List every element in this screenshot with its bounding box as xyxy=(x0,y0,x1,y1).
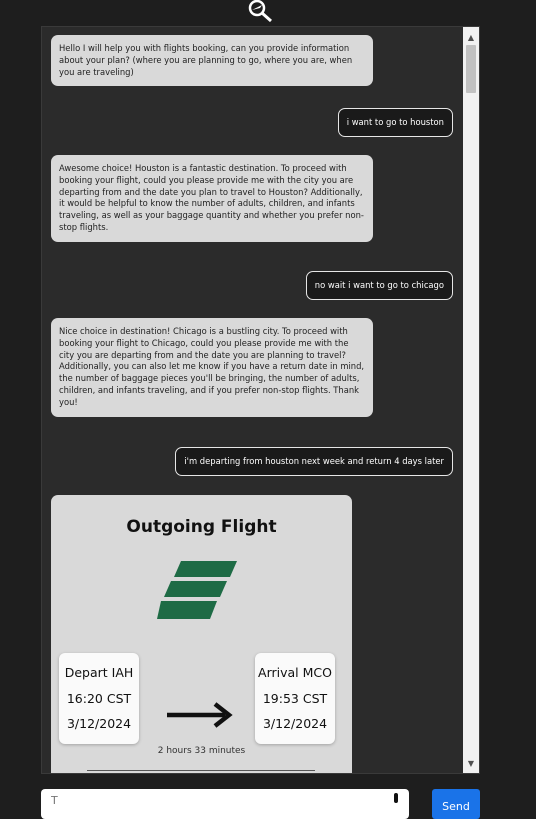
bot-message: Nice choice in destination! Chicago is a… xyxy=(51,318,373,417)
message-input[interactable] xyxy=(49,793,353,808)
bot-message: Hello I will help you with flights booki… xyxy=(51,35,373,87)
right-arrow-icon xyxy=(167,702,233,728)
arrival-time: 19:53 CST xyxy=(262,691,328,706)
flight-card: Outgoing Flight Depart IAH 16:20 CST 3/1… xyxy=(51,495,352,773)
airline-logo-icon xyxy=(157,561,237,619)
scroll-up-icon[interactable]: ▲ xyxy=(463,29,479,45)
bot-message: Awesome choice! Houston is a fantastic d… xyxy=(51,155,373,242)
scrollbar[interactable]: ▲ ▼ xyxy=(463,27,479,773)
scroll-down-icon[interactable]: ▼ xyxy=(463,755,479,771)
scroll-thumb[interactable] xyxy=(466,45,476,93)
flight-duration: 2 hours 33 minutes xyxy=(157,746,246,756)
app-logo-icon xyxy=(248,0,272,22)
depart-time: 16:20 CST xyxy=(66,691,132,706)
microphone-icon[interactable] xyxy=(392,793,400,809)
arrival-box: Arrival MCO 19:53 CST 3/12/2024 xyxy=(255,653,335,744)
arrival-label: Arrival MCO xyxy=(258,665,332,680)
divider xyxy=(87,770,315,771)
arrival-date: 3/12/2024 xyxy=(262,716,328,731)
user-message: i'm departing from houston next week and… xyxy=(175,447,453,476)
user-message: i want to go to houston xyxy=(337,108,453,137)
depart-date: 3/12/2024 xyxy=(66,716,132,731)
message-composer xyxy=(41,789,409,819)
send-button[interactable]: Send xyxy=(432,789,480,819)
user-message: no wait i want to go to chicago xyxy=(305,271,453,300)
depart-box: Depart IAH 16:20 CST 3/12/2024 xyxy=(59,653,139,744)
flight-card-title: Outgoing Flight xyxy=(126,517,277,537)
chat-panel[interactable]: Hello I will help you with flights booki… xyxy=(41,26,480,774)
depart-label: Depart IAH xyxy=(64,665,134,680)
